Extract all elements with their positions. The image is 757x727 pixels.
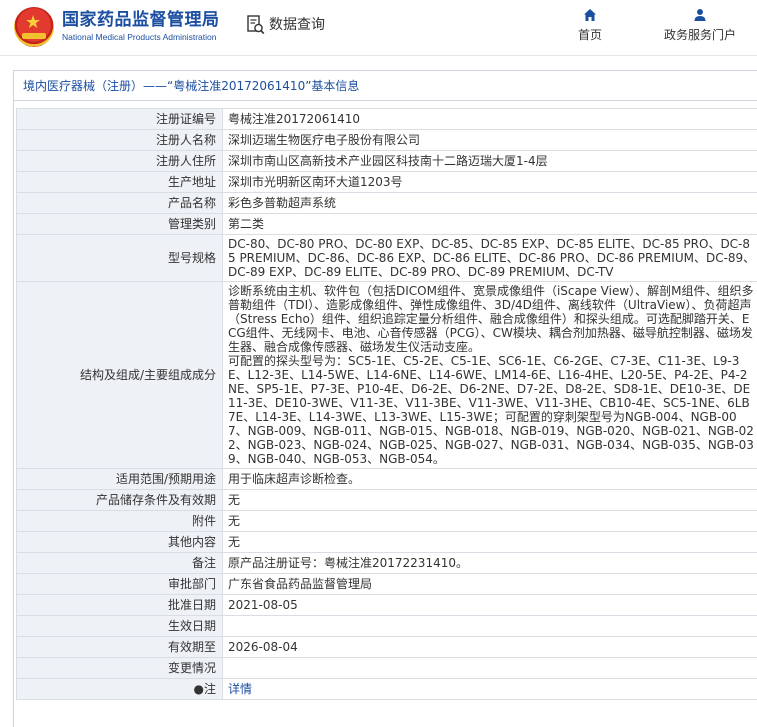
table-row: 批准日期 2021-08-05	[16, 594, 757, 616]
row-label: 其他内容	[16, 531, 223, 553]
table-row: ●注 详情	[16, 678, 757, 700]
table-row: 结构及组成/主要组成成分 诊断系统由主机、软件包（包括DICOM组件、宽景成像组件…	[16, 281, 757, 469]
home-icon	[584, 9, 596, 21]
table-row: 注册证编号 粤械注准20172061410	[16, 108, 757, 130]
row-value	[222, 615, 757, 637]
detail-panel: 境内医疗器械（注册）——“粤械注准20172061410”基本信息 注册证编号粤…	[13, 70, 757, 727]
row-value: 粤械注准20172061410	[222, 108, 757, 130]
row-label: 附件	[16, 510, 223, 532]
row-label: 注册证编号	[16, 108, 223, 130]
row-value: DC-80、DC-80 PRO、DC-80 EXP、DC-85、DC-85 EX…	[222, 234, 757, 282]
row-label: 型号规格	[16, 234, 223, 282]
site-name-cn: 国家药品监督管理局	[62, 10, 220, 30]
data-query-label: 数据查询	[269, 17, 325, 33]
site-brand[interactable]: 国家药品监督管理局 National Medical Products Admi…	[62, 9, 220, 43]
row-label: 管理类别	[16, 213, 223, 235]
national-emblem-logo[interactable]: ★	[14, 7, 54, 47]
data-query-title: 数据查询	[247, 14, 325, 36]
table-row: 产品名称 彩色多普勒超声系统	[16, 192, 757, 214]
site-name-en: National Medical Products Administration	[62, 32, 217, 42]
table-row: 产品储存条件及有效期无	[16, 489, 757, 511]
row-value: 2026-08-04	[222, 636, 757, 658]
row-value: 深圳市南山区高新技术产业园区科技南十二路迈瑞大厦1-4层	[222, 150, 757, 172]
row-label: 批准日期	[16, 594, 223, 616]
detail-table: 注册证编号 粤械注准20172061410 注册人名称 深圳迈瑞生物医疗电子股份有限公…	[16, 108, 757, 700]
row-label: 生效日期	[16, 615, 223, 637]
row-label: 生产地址	[16, 171, 223, 193]
table-row: 注册人住所 深圳市南山区高新技术产业园区科技南十二路迈瑞大厦1-4层	[16, 150, 757, 172]
table-row: 适用范围/预期用途 用于临床超声诊断检查。	[16, 468, 757, 490]
row-value: 无	[222, 489, 757, 511]
row-label: 变更情况	[16, 657, 223, 679]
table-row: 附件无	[16, 510, 757, 532]
nav-service-portal-label: 政务服务门户	[663, 28, 736, 42]
row-value: 深圳市光明新区南环大道1203号	[222, 171, 757, 193]
note-label: ●注	[16, 678, 223, 700]
row-value: 第二类	[222, 213, 757, 235]
nav-service-portal[interactable]: 政务服务门户	[663, 8, 737, 43]
table-row: 注册人名称 深圳迈瑞生物医疗电子股份有限公司	[16, 129, 757, 151]
table-row: 生效日期	[16, 615, 757, 637]
table-row: 审批部门 广东省食品药品监督管理局	[16, 573, 757, 595]
top-nav: 首页 政务服务门户	[553, 8, 737, 43]
row-value: 无	[222, 510, 757, 532]
table-row: 有效期至 2026-08-04	[16, 636, 757, 658]
row-label: 结构及组成/主要组成成分	[16, 281, 223, 469]
row-value: 2021-08-05	[222, 594, 757, 616]
document-search-icon	[247, 15, 265, 35]
detail-body: 注册证编号 粤械注准20172061410 注册人名称 深圳迈瑞生物医疗电子股份有限公…	[14, 101, 757, 700]
row-value: 原产品注册证号：粤械注准20172231410。	[222, 552, 757, 574]
row-label: 审批部门	[16, 573, 223, 595]
row-label: 产品储存条件及有效期	[16, 489, 223, 511]
row-label: 注册人住所	[16, 150, 223, 172]
row-value	[222, 657, 757, 679]
detail-link[interactable]: 详情	[228, 682, 252, 696]
row-value: 深圳迈瑞生物医疗电子股份有限公司	[222, 129, 757, 151]
row-label: 注册人名称	[16, 129, 223, 151]
user-icon	[694, 9, 706, 21]
row-label: 有效期至	[16, 636, 223, 658]
row-value: 广东省食品药品监督管理局	[222, 573, 757, 595]
table-row: 生产地址 深圳市光明新区南环大道1203号	[16, 171, 757, 193]
table-row: 变更情况	[16, 657, 757, 679]
site-header: ★ 国家药品监督管理局 National Medical Products Ad…	[0, 0, 757, 56]
note-value: 详情	[222, 678, 757, 700]
row-value: 无	[222, 531, 757, 553]
table-row: 型号规格 DC-80、DC-80 PRO、DC-80 EXP、DC-85、DC-8…	[16, 234, 757, 282]
row-value: 诊断系统由主机、软件包（包括DICOM组件、宽景成像组件（iScape View…	[222, 281, 757, 469]
breadcrumb: 境内医疗器械（注册）——“粤械注准20172061410”基本信息	[14, 71, 757, 101]
row-label: 产品名称	[16, 192, 223, 214]
row-label: 备注	[16, 552, 223, 574]
table-row: 其他内容无	[16, 531, 757, 553]
row-value: 彩色多普勒超声系统	[222, 192, 757, 214]
nav-home-label: 首页	[577, 28, 602, 42]
table-row: 管理类别 第二类	[16, 213, 757, 235]
table-row: 备注 原产品注册证号：粤械注准20172231410。	[16, 552, 757, 574]
nav-home[interactable]: 首页	[553, 8, 627, 43]
row-label: 适用范围/预期用途	[16, 468, 223, 490]
row-value: 用于临床超声诊断检查。	[222, 468, 757, 490]
